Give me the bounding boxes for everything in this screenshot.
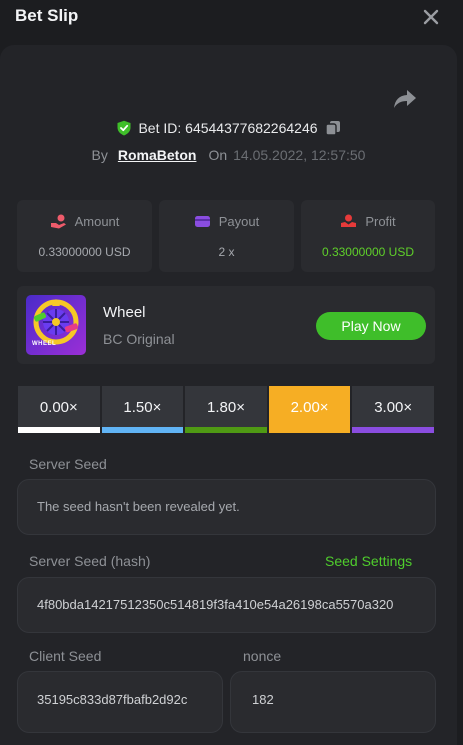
copy-icon[interactable]	[324, 120, 341, 136]
bet-author-row: By RomaBeton On 14.05.2022, 12:57:50	[0, 145, 457, 165]
scrollbar[interactable]	[457, 45, 463, 723]
server-seed-hash-label: Server Seed (hash)	[29, 553, 151, 569]
payout-label: Payout	[218, 214, 260, 229]
nonce-label: nonce	[243, 648, 282, 664]
multiplier-label: 1.80×	[207, 399, 245, 416]
server-seed-value: The seed hasn't been revealed yet.	[37, 499, 240, 514]
share-icon[interactable]	[393, 87, 417, 109]
game-name: Wheel	[103, 304, 146, 321]
seed-settings-link[interactable]: Seed Settings	[325, 553, 412, 569]
profit-label: Profit	[365, 214, 396, 229]
multiplier-tile[interactable]: 1.50×	[101, 386, 184, 433]
username-link[interactable]: RomaBeton	[118, 147, 197, 163]
bet-id-row: Bet ID: 64544377682264246	[0, 118, 457, 138]
top-bar: Bet Slip	[0, 0, 463, 40]
profit-hand-icon	[341, 214, 357, 227]
thumb-wheel-text: WHEEL	[32, 341, 57, 347]
payout-value: 2 x	[218, 245, 235, 259]
profit-value: 0.33000000 USD	[321, 245, 415, 259]
multiplier-bar: 0.00× 1.50× 1.80× 2.00× 3.00×	[18, 386, 434, 433]
profit-card: Profit 0.33000000 USD	[301, 200, 435, 272]
multiplier-tile[interactable]: 1.80×	[185, 386, 267, 433]
multiplier-color-bar	[268, 427, 351, 433]
client-seed-value: 35195c833d87fbafb2d92c	[37, 692, 188, 707]
multiplier-label: 2.00×	[290, 399, 329, 416]
multiplier-tile[interactable]: 3.00×	[352, 386, 434, 433]
close-icon[interactable]	[420, 6, 442, 28]
amount-label: Amount	[74, 214, 120, 229]
multiplier-color-bar	[101, 427, 184, 433]
multiplier-label: 3.00×	[374, 399, 413, 416]
multiplier-color-bar	[18, 427, 100, 433]
bet-slip-title: Bet Slip	[15, 6, 79, 25]
nonce-field[interactable]: 182	[230, 671, 436, 733]
multiplier-color-bar	[185, 427, 267, 433]
play-now-button[interactable]: Play Now	[316, 312, 426, 340]
server-seed-field[interactable]: The seed hasn't been revealed yet.	[17, 479, 436, 535]
coin-hand-icon	[50, 214, 66, 229]
multiplier-label: 0.00×	[39, 399, 78, 416]
game-card: WHEEL Wheel BC Original Play Now	[17, 286, 435, 364]
bet-id: Bet ID: 64544377682264246	[138, 120, 318, 136]
wallet-icon	[194, 216, 210, 227]
on-label: On	[208, 147, 228, 163]
server-seed-label: Server Seed	[29, 456, 107, 472]
wheel-game-thumbnail[interactable]: WHEEL	[26, 295, 86, 355]
game-subtitle: BC Original	[103, 331, 175, 347]
multiplier-tile[interactable]: 2.00×	[268, 386, 351, 433]
amount-card: Amount 0.33000000 USD	[17, 200, 152, 272]
by-label: By	[91, 147, 108, 163]
payout-card: Payout 2 x	[159, 200, 294, 272]
verified-shield-icon	[117, 120, 131, 136]
server-seed-hash-field[interactable]: 4f80bda14217512350c514819f3fa410e54a2619…	[17, 577, 436, 633]
nonce-value: 182	[252, 692, 274, 707]
multiplier-tile[interactable]: 0.00×	[18, 386, 100, 433]
client-seed-label: Client Seed	[29, 648, 102, 664]
multiplier-color-bar	[352, 427, 434, 433]
amount-value: 0.33000000 USD	[38, 245, 131, 259]
bet-date: 14.05.2022, 12:57:50	[233, 147, 366, 163]
multiplier-label: 1.50×	[123, 399, 162, 416]
client-seed-field[interactable]: 35195c833d87fbafb2d92c	[17, 671, 223, 733]
server-seed-hash-value: 4f80bda14217512350c514819f3fa410e54a2619…	[37, 597, 394, 612]
